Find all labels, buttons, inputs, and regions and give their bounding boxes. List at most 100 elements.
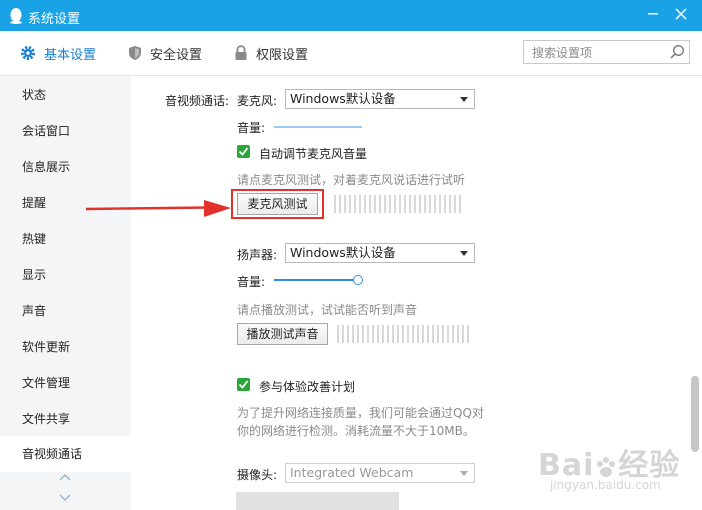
speaker-volume-thumb[interactable] <box>353 275 363 285</box>
checkmark-icon <box>238 380 249 389</box>
meter-bar <box>337 325 339 343</box>
tab-security-settings[interactable]: 安全设置 <box>128 43 202 63</box>
sidebar-item-av-call[interactable]: 音视频通话 <box>0 436 131 472</box>
meter-bar <box>392 325 394 343</box>
sidebar-item-status[interactable]: 状态 <box>0 77 131 113</box>
sidebar-item-label: 文件共享 <box>22 412 71 426</box>
meter-bar <box>434 195 436 213</box>
search-box <box>523 40 690 64</box>
meter-bar <box>372 325 374 343</box>
sidebar-item-label: 文件管理 <box>22 376 71 390</box>
meter-bar <box>404 195 406 213</box>
mic-device-value: Windows默认设备 <box>290 91 396 106</box>
speaker-level-meter <box>337 325 469 343</box>
meter-bar <box>447 325 449 343</box>
sidebar-item-software-update[interactable]: 软件更新 <box>0 329 131 365</box>
tab-security-settings-label: 安全设置 <box>150 47 203 63</box>
meter-bar <box>419 195 421 213</box>
sidebar-item-hotkeys[interactable]: 热键 <box>0 221 131 257</box>
sidebar-item-label: 信息展示 <box>22 160 71 174</box>
sidebar-item-info-display[interactable]: 信息展示 <box>0 149 131 185</box>
auto-adjust-checkbox[interactable] <box>237 145 250 158</box>
meter-bar <box>414 195 416 213</box>
camera-device-select[interactable]: Integrated Webcam <box>285 463 475 483</box>
sidebar-item-label: 音视频通话 <box>22 447 83 461</box>
chevron-down-icon <box>460 97 468 102</box>
meter-bar <box>352 325 354 343</box>
close-button[interactable] <box>670 4 692 26</box>
meter-bar <box>362 325 364 343</box>
sidebar-item-label: 显示 <box>22 268 47 282</box>
camera-preview <box>236 492 399 510</box>
meter-bar <box>369 195 371 213</box>
sidebar-item-label: 会话窗口 <box>22 124 71 138</box>
meter-bar <box>354 195 356 213</box>
mic-device-select[interactable]: Windows默认设备 <box>285 89 475 109</box>
tab-basic-settings[interactable]: 基本设置 <box>20 43 96 63</box>
speaker-test-hint: 请点播放测试，试试能否听到声音 <box>237 303 418 317</box>
close-icon <box>675 8 687 20</box>
meter-bar <box>462 325 464 343</box>
speaker-device-value: Windows默认设备 <box>290 245 396 260</box>
meter-bar <box>452 325 454 343</box>
meter-bar <box>394 195 396 213</box>
mic-label: 麦克风: <box>237 94 278 108</box>
sidebar-scroll-up-icon[interactable] <box>59 473 71 484</box>
sidebar-item-sound[interactable]: 声音 <box>0 293 131 329</box>
sidebar-item-label: 状态 <box>22 88 47 102</box>
sidebar-item-label: 软件更新 <box>22 340 71 354</box>
meter-bar <box>407 325 409 343</box>
camera-device-value: Integrated Webcam <box>290 465 414 480</box>
tab-permission-settings[interactable]: 权限设置 <box>234 43 308 63</box>
meter-bar <box>359 195 361 213</box>
meter-bar <box>374 195 376 213</box>
meter-bar <box>417 325 419 343</box>
settings-sidebar: 状态 会话窗口 信息展示 提醒 热键 显示 声音 软件更新 文件管理 文件共享 … <box>0 76 131 510</box>
experience-desc-line1: 为了提升网络连接质量，我们可能会通过QQ对 <box>237 406 484 420</box>
sidebar-item-display[interactable]: 显示 <box>0 257 131 293</box>
av-section-label: 音视频通话: <box>165 94 230 108</box>
gear-icon <box>21 46 35 60</box>
mic-volume-label: 音量: <box>237 121 266 135</box>
sidebar-item-file-sharing[interactable]: 文件共享 <box>0 401 131 437</box>
tab-permission-settings-label: 权限设置 <box>256 47 309 63</box>
meter-bar <box>467 325 469 343</box>
speaker-test-button[interactable]: 播放测试声音 <box>237 323 328 345</box>
meter-bar <box>334 195 336 213</box>
meter-bar <box>429 195 431 213</box>
mic-level-meter <box>334 195 461 213</box>
meter-bar <box>364 195 366 213</box>
qq-penguin-icon <box>10 8 22 24</box>
meter-bar <box>409 195 411 213</box>
search-input[interactable] <box>530 42 664 64</box>
meter-bar <box>437 325 439 343</box>
shield-icon <box>129 46 141 60</box>
minimize-icon <box>648 13 658 15</box>
meter-bar <box>402 325 404 343</box>
meter-bar <box>377 325 379 343</box>
camera-label: 摄像头: <box>237 468 278 482</box>
title-bar: 系统设置 <box>0 0 702 31</box>
meter-bar <box>387 325 389 343</box>
speaker-device-select[interactable]: Windows默认设备 <box>285 243 475 263</box>
meter-bar <box>444 195 446 213</box>
meter-bar <box>442 325 444 343</box>
mic-volume-slider[interactable] <box>274 126 362 128</box>
meter-bar <box>439 195 441 213</box>
search-icon[interactable] <box>669 44 685 60</box>
minimize-button[interactable] <box>642 4 664 26</box>
meter-bar <box>457 325 459 343</box>
speaker-label: 扬声器: <box>237 248 278 262</box>
speaker-volume-slider[interactable] <box>274 279 356 281</box>
sidebar-scroll-down-icon[interactable] <box>59 494 71 505</box>
sidebar-item-chat-window[interactable]: 会话窗口 <box>0 113 131 149</box>
top-tab-bar: 基本设置 安全设置 权限设置 <box>0 31 702 76</box>
meter-bar <box>459 195 461 213</box>
red-arrow-annotation <box>86 200 231 217</box>
watermark-url: jingyan.baidu.com <box>550 478 661 492</box>
sidebar-item-file-management[interactable]: 文件管理 <box>0 365 131 401</box>
mic-test-button[interactable]: 麦克风测试 <box>237 193 318 215</box>
chevron-down-icon <box>460 471 468 476</box>
meter-bar <box>454 195 456 213</box>
experience-checkbox[interactable] <box>237 378 250 391</box>
